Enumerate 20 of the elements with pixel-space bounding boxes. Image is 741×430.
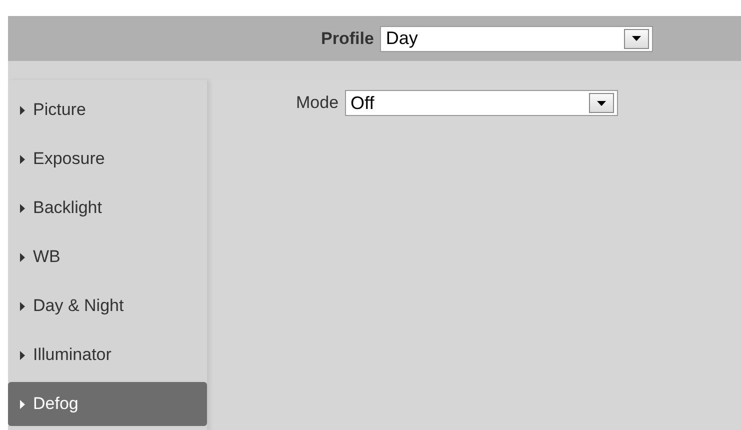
- sidebar-item[interactable]: Illuminator: [8, 333, 207, 377]
- field-label: Profile: [321, 28, 374, 48]
- dropdown[interactable]: Day: [380, 26, 653, 52]
- caret-down-icon: [596, 100, 606, 106]
- sidebar-item[interactable]: Defog: [8, 382, 207, 426]
- triangle-right-icon: [20, 252, 25, 262]
- field-label: Mode: [296, 93, 339, 113]
- sidebar-item[interactable]: Picture: [8, 88, 207, 132]
- triangle-right-icon: [20, 204, 25, 212]
- triangle-right-icon: [20, 350, 25, 360]
- sidebar-item[interactable]: Backlight: [8, 186, 207, 230]
- sidebar-item[interactable]: Exposure: [8, 137, 207, 181]
- triangle-right-icon: [20, 154, 25, 164]
- triangle-right-icon: [20, 400, 25, 408]
- sidebar-item[interactable]: WB: [8, 235, 207, 279]
- sidebar-item[interactable]: Day & Night: [8, 284, 207, 328]
- dropdown[interactable]: Off: [344, 90, 618, 116]
- triangle-right-icon: [20, 106, 25, 114]
- caret-down-icon: [632, 36, 641, 41]
- triangle-right-icon: [20, 302, 25, 310]
